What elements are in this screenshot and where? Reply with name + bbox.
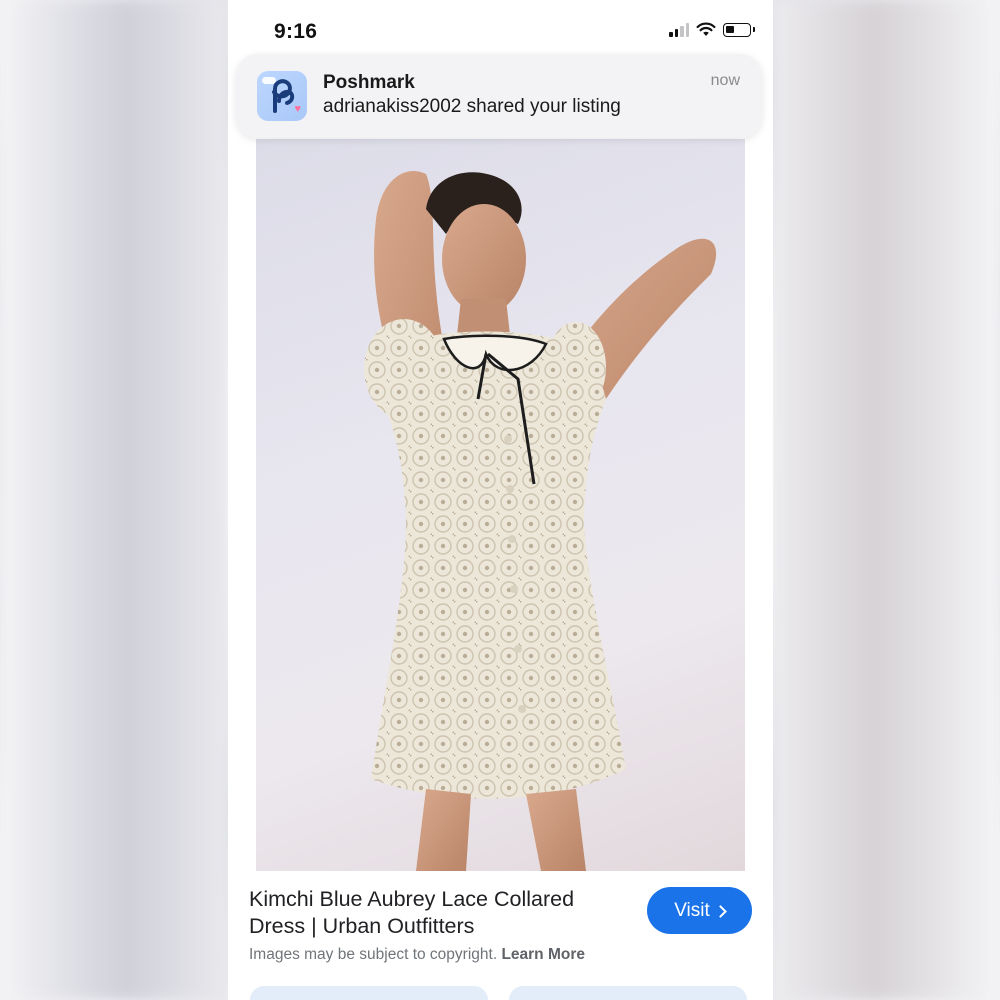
push-notification[interactable]: ♥ Poshmark adrianakiss2002 shared your l… bbox=[236, 54, 762, 138]
copyright-text: Images may be subject to copyright. bbox=[249, 946, 498, 963]
copyright-notice: Images may be subject to copyright. Lear… bbox=[249, 946, 585, 964]
poshmark-app-icon: ♥ bbox=[257, 71, 307, 121]
notification-timestamp: now bbox=[710, 72, 740, 89]
battery-icon bbox=[723, 22, 755, 37]
background-blur-left bbox=[0, 0, 228, 1000]
dress-photo-illustration bbox=[364, 171, 717, 871]
related-chip-right[interactable] bbox=[509, 986, 747, 1000]
learn-more-link[interactable]: Learn More bbox=[501, 946, 585, 963]
background-blur-right bbox=[773, 0, 1000, 1000]
product-image[interactable] bbox=[256, 139, 745, 871]
status-icons bbox=[669, 22, 755, 37]
result-caption: Kimchi Blue Aubrey Lace Collared Dress |… bbox=[228, 871, 773, 1000]
notification-app-name: Poshmark bbox=[323, 72, 415, 93]
notification-message: adrianakiss2002 shared your listing bbox=[323, 96, 621, 117]
wifi-icon bbox=[696, 22, 716, 36]
visit-button-label: Visit bbox=[674, 899, 710, 921]
status-bar: 9:16 bbox=[228, 0, 773, 56]
product-title[interactable]: Kimchi Blue Aubrey Lace Collared Dress |… bbox=[249, 886, 629, 940]
cellular-signal-icon bbox=[669, 22, 689, 37]
status-time: 9:16 bbox=[274, 20, 318, 43]
visit-button[interactable]: Visit bbox=[647, 887, 752, 934]
phone-screen: 9:16 ♥ Poshmark adrianakiss2002 shared y… bbox=[228, 0, 773, 1000]
chevron-right-icon bbox=[713, 904, 727, 918]
related-chip-left[interactable] bbox=[250, 986, 488, 1000]
